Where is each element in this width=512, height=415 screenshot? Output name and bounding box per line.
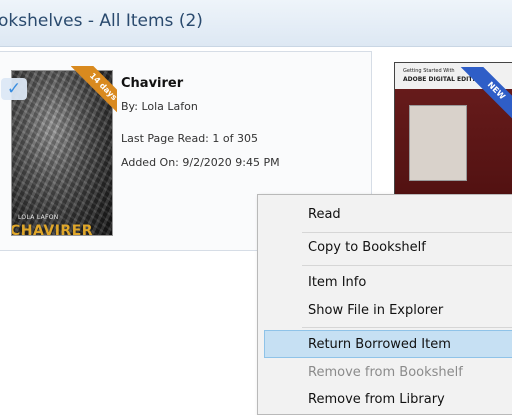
- menu-separator: [302, 232, 512, 233]
- bookshelf-header: okshelves - All Items (2): [0, 0, 512, 47]
- last-page-read: Last Page Read: 1 of 305: [121, 132, 258, 145]
- page-title: okshelves - All Items (2): [0, 11, 203, 31]
- menu-item-copy-to-bookshelf[interactable]: Copy to Bookshelf: [258, 234, 512, 262]
- menu-item-item-info[interactable]: Item Info: [258, 269, 512, 297]
- cover-line1: Getting Started With: [403, 68, 455, 74]
- menu-item-show-file-in-explorer[interactable]: Show File in Explorer: [258, 297, 512, 325]
- menu-item-read[interactable]: Read: [258, 201, 512, 229]
- added-on: Added On: 9/2/2020 9:45 PM: [121, 156, 280, 169]
- menu-item-remove-from-bookshelf: Remove from Bookshelf: [308, 365, 463, 380]
- cover-title-text: CHAVIRER: [11, 223, 94, 236]
- checkmark-icon: ✓: [1, 78, 27, 100]
- loan-badge-label: 14 days: [71, 66, 117, 112]
- cover-author-text: LOLA LAFON: [18, 214, 59, 221]
- menu-item-return-borrowed-item[interactable]: Return Borrowed Item: [264, 330, 512, 358]
- context-menu: Read Copy to Bookshelf Item Info Show Fi…: [257, 194, 512, 415]
- menu-separator: [302, 265, 512, 266]
- menu-separator: [302, 327, 512, 328]
- new-badge: NEW: [455, 67, 512, 127]
- new-badge-label: NEW: [458, 67, 512, 127]
- menu-item-remove-from-library[interactable]: Remove from Library: [258, 386, 512, 414]
- book-title: Chavirer: [121, 76, 184, 91]
- book-author: By: Lola Lafon: [121, 100, 198, 113]
- loan-badge: 14 days: [71, 66, 117, 112]
